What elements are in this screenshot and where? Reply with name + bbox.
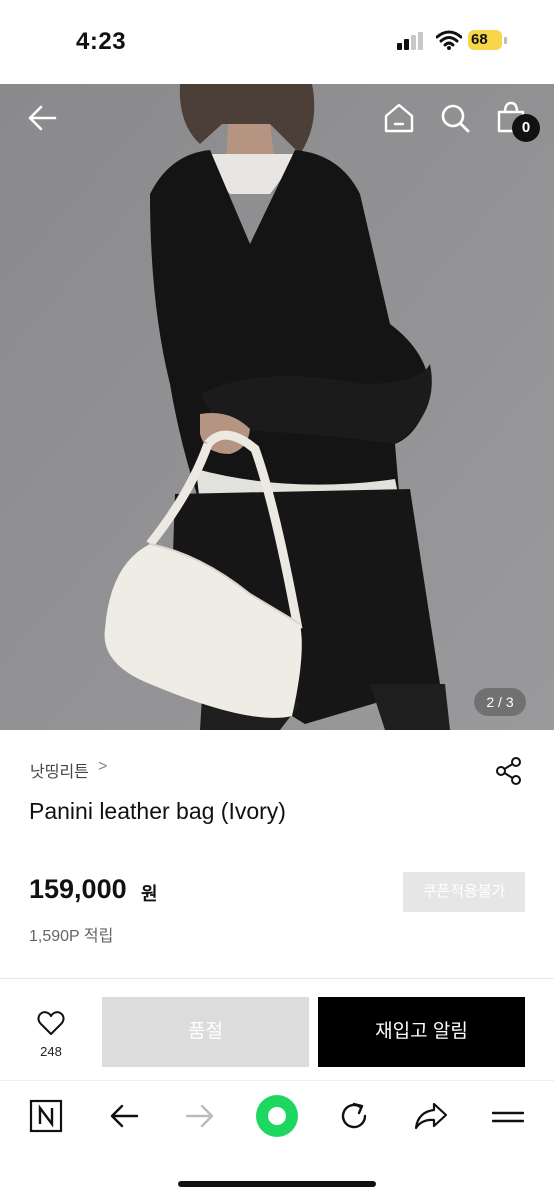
refresh-icon[interactable] [338, 1100, 370, 1132]
chevron-right-icon[interactable]: > [98, 758, 107, 776]
product-image-gallery[interactable]: 0 2 / 3 [0, 84, 554, 730]
back-arrow-icon[interactable] [26, 102, 58, 134]
product-photo [0, 84, 554, 730]
like-count: 248 [40, 1044, 62, 1059]
cellular-signal-icon [397, 32, 423, 50]
status-time: 4:23 [76, 28, 127, 55]
price-currency: 원 [141, 884, 158, 904]
heart-icon [37, 1011, 65, 1035]
product-name: Panini leather bag (Ivory) [29, 798, 286, 824]
like-button[interactable]: 248 [24, 1008, 78, 1062]
share-arrow-icon[interactable] [414, 1101, 448, 1131]
brand-link[interactable]: 낫띵리튼 [30, 758, 89, 782]
share-icon[interactable] [494, 756, 524, 786]
image-counter: 2 / 3 [474, 688, 526, 716]
divider [0, 978, 554, 979]
status-bar: 4:23 68 [0, 0, 554, 84]
coupon-unavailable-badge: 쿠폰적용불가 [403, 872, 525, 912]
green-dot-icon[interactable] [255, 1094, 299, 1138]
cart-count-badge[interactable]: 0 [512, 114, 540, 142]
browser-forward-icon[interactable] [184, 1100, 216, 1132]
reward-points: 1,590P 적립 [29, 928, 114, 945]
browser-back-icon[interactable] [108, 1100, 140, 1132]
soldout-button: 품절 [102, 997, 309, 1067]
home-icon[interactable] [383, 102, 415, 134]
battery-indicator: 68 [468, 30, 508, 52]
search-icon[interactable] [439, 102, 471, 134]
menu-icon[interactable] [492, 1105, 524, 1129]
product-price: 159,000 [29, 874, 127, 904]
battery-level: 68 [471, 31, 488, 48]
home-indicator [178, 1181, 376, 1187]
wifi-icon [436, 30, 462, 50]
naver-n-icon[interactable] [29, 1099, 63, 1133]
restock-alert-button[interactable]: 재입고 알림 [318, 997, 525, 1067]
